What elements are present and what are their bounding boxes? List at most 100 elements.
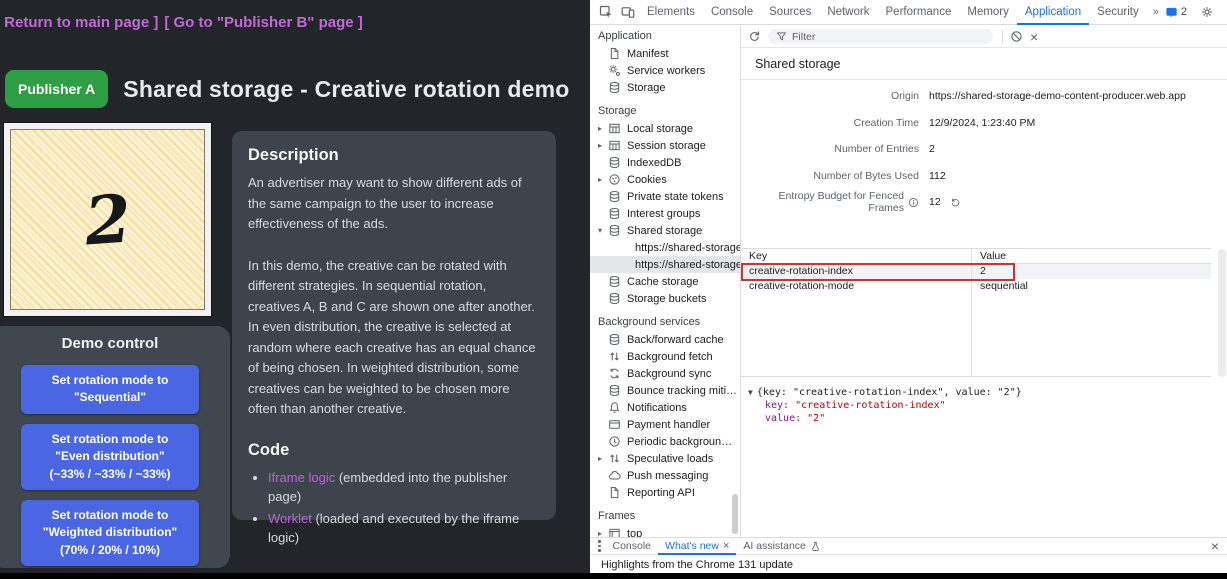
device-toolbar-icon[interactable] [617,0,639,24]
return-to-main-link[interactable]: [ Return to main page ] [0,14,158,31]
tab-performance[interactable]: Performance [878,0,960,25]
sidebar-item-label: Cookies [627,174,667,186]
code-link[interactable]: Iframe logic [268,470,335,485]
metadata-value: 12/9/2024, 1:23:40 PM [929,117,1035,129]
bell-icon [608,401,621,414]
screenshot-root: [ Return to main page ] [ Go to "Publishe… [0,0,1227,579]
tab-memory[interactable]: Memory [959,0,1017,25]
drawer-tab-what-s-new[interactable]: What's new× [658,538,736,555]
chevron-right-icon[interactable]: ▸ [598,529,608,537]
sidebar-item-label: top [627,528,642,538]
sidebar-item-payment-handler[interactable]: Payment handler [590,416,740,433]
chevron-right-icon[interactable]: ▸ [598,454,608,463]
table-row[interactable]: creative-rotation-modesequential [741,279,1211,294]
tab-network[interactable]: Network [819,0,877,25]
whats-new-content: Highlights from the Chrome 131 update [590,555,1227,571]
sidebar-item-service-workers[interactable]: Service workers [590,62,740,79]
table-scrollbar[interactable] [1218,249,1226,377]
sidebar-item-notifications[interactable]: Notifications [590,399,740,416]
sidebar-item-https-shared-storage[interactable]: https://shared-storage… [590,239,740,256]
sidebar-item-private-state-tokens[interactable]: Private state tokens [590,188,740,205]
publisher-page: [ Return to main page ] [ Go to "Publishe… [0,0,590,579]
sidebar-item-background-fetch[interactable]: Background fetch [590,348,740,365]
chevron-right-icon[interactable]: ▸ [598,175,608,184]
chevron-right-icon[interactable]: ▸ [598,124,608,133]
delete-selected-icon[interactable]: × [1030,30,1038,44]
settings-gear-icon[interactable] [1196,0,1218,24]
metadata-label: Number of Entries [741,143,919,155]
sidebar-item-back-forward-cache[interactable]: Back/forward cache [590,331,740,348]
drawer-menu-icon[interactable] [593,540,606,552]
drawer-tab-ai-assistance[interactable]: AI assistance [736,538,827,555]
sidebar-item-bounce-tracking-miti[interactable]: Bounce tracking miti… [590,382,740,399]
metadata-value: 2 [929,143,935,155]
tab-security[interactable]: Security [1089,0,1147,25]
inspect-element-icon[interactable] [595,0,617,24]
clear-all-icon[interactable] [1010,30,1023,43]
nav-links: [ Return to main page ] [ Go to "Publishe… [0,14,369,31]
preview-entry: value: "2" [748,412,1227,425]
tab-sources[interactable]: Sources [761,0,819,25]
more-tabs-icon[interactable]: » [1147,6,1165,18]
page-title: Shared storage - Creative rotation demo [123,76,569,103]
sidebar-item-local-storage[interactable]: ▸Local storage [590,120,740,137]
sidebar-item-storage[interactable]: Storage [590,79,740,96]
sidebar-scrollbar[interactable] [732,494,738,534]
issues-icon [1165,6,1178,19]
filter-input[interactable]: Filter [768,29,993,44]
publisher-b-link[interactable]: [ Go to "Publisher B" page ] [164,14,362,31]
bottom-bar [0,573,1227,579]
column-header-value[interactable]: Value [971,249,1211,263]
sidebar-item-shared-storage[interactable]: ▾ Shared storage [590,222,740,239]
tab-console[interactable]: Console [703,0,761,25]
shared-storage-panel: Filter × Shared storage Originhttps://sh… [741,26,1227,537]
cookie-icon [608,173,621,186]
sidebar-item-cache-storage[interactable]: Cache storage [590,273,740,290]
close-icon[interactable]: × [723,538,729,554]
refresh-icon[interactable] [748,30,761,43]
chevron-down-icon[interactable]: ▼ [748,388,753,397]
sidebar-item-indexeddb[interactable]: IndexedDB [590,154,740,171]
cell-key: creative-rotation-mode [741,279,971,294]
sidebar-section-storage: Storage [590,103,740,120]
sidebar-item-label: Notifications [627,402,687,414]
rotation-mode-button-1[interactable]: Set rotation mode to "Even distribution"… [21,424,199,490]
tab-elements[interactable]: Elements [639,0,703,25]
table-row[interactable]: creative-rotation-index2 [741,264,1211,279]
frame-icon [608,527,621,537]
sidebar-item-reporting-api[interactable]: Reporting API [590,484,740,501]
metadata-value: 112 [929,170,946,182]
shared-storage-table: KeyValuecreative-rotation-index2creative… [741,248,1211,377]
devtools-drawer: ConsoleWhat's new×AI assistance × Highli… [590,537,1227,573]
sidebar-item-https-shared-storage[interactable]: https://shared-storage… [590,256,740,273]
sidebar-item-session-storage[interactable]: ▸Session storage [590,137,740,154]
sidebar-item-background-sync[interactable]: Background sync [590,365,740,382]
document-icon [608,486,621,499]
rotation-mode-button-0[interactable]: Set rotation mode to "Sequential" [21,365,199,414]
column-header-key[interactable]: Key [741,249,971,263]
chevron-down-icon[interactable]: ▾ [598,226,608,235]
code-link[interactable]: Worklet [268,511,312,526]
metadata-value: 12 [929,196,961,208]
sidebar-item-storage-buckets[interactable]: Storage buckets [590,290,740,307]
drawer-close-icon[interactable]: × [1211,538,1219,554]
info-icon[interactable] [908,197,919,208]
sidebar-item-top[interactable]: ▸ top [590,525,740,537]
drawer-tab-console[interactable]: Console [606,538,659,555]
sidebar-item-label: Shared storage [627,225,702,237]
sidebar-item-manifest[interactable]: Manifest [590,45,740,62]
rotation-mode-button-2[interactable]: Set rotation mode to "Weighted distribut… [21,500,199,566]
sidebar-item-periodic-backgroun[interactable]: Periodic backgroun… [590,433,740,450]
sidebar-item-speculative-loads[interactable]: ▸Speculative loads [590,450,740,467]
reset-budget-icon[interactable] [950,197,961,208]
sidebar-item-label: https://shared-storage… [635,259,740,271]
cloud-icon [608,469,621,482]
tab-application[interactable]: Application [1017,0,1089,25]
chevron-right-icon[interactable]: ▸ [598,141,608,150]
preview-entry-value: "2" [807,413,825,424]
sidebar-item-push-messaging[interactable]: Push messaging [590,467,740,484]
sidebar-item-cookies[interactable]: ▸ Cookies [590,171,740,188]
sidebar-item-interest-groups[interactable]: Interest groups [590,205,740,222]
devtools-tabbar: ElementsConsoleSourcesNetworkPerformance… [590,0,1227,25]
issues-badge[interactable]: 2 [1165,6,1187,19]
